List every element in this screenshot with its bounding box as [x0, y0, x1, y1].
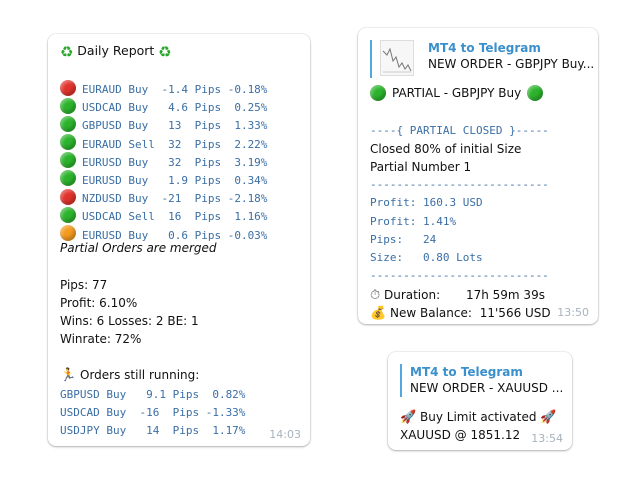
balance-label: New Balance: [390, 306, 472, 321]
green-circle-icon [527, 84, 544, 101]
message-time: 14:03 [269, 428, 301, 441]
limit-headline-text: Buy Limit activated [420, 410, 537, 424]
green-circle-icon [60, 206, 76, 223]
trade-text: EURAUD Sell 32 Pips 2.22% [82, 137, 268, 151]
daily-report-title: Daily Report [77, 43, 155, 58]
size-value: Size: 0.80 Lots [370, 251, 483, 265]
partial-closed-message: MT4 to Telegram NEW ORDER - GBPJPY Buy..… [358, 28, 598, 324]
green-circle-icon [60, 115, 76, 132]
running-title: Orders still running: [80, 368, 200, 382]
duration-value: 17h 59m 39s [465, 288, 545, 303]
running-order-row: USDCAD Buy -16 Pips -1.33% [60, 406, 246, 420]
trade-text: USDCAD Buy 4.6 Pips 0.25% [82, 101, 268, 115]
partial-details: ----{ PARTIAL CLOSED }----- Closed 80% o… [370, 122, 551, 322]
trade-text: USDCAD Sell 16 Pips 1.16% [82, 210, 268, 224]
profit-usd: Profit: 160.3 USD [370, 196, 483, 210]
trade-row: GBPUSD Buy 13 Pips 1.33% [60, 114, 267, 132]
reply-body: NEW ORDER - GBPJPY Buy... [428, 57, 595, 71]
green-circle-icon [60, 134, 76, 151]
red-circle-icon [60, 188, 76, 205]
balance-value: 11'566 USD [479, 306, 551, 321]
reply-title: MT4 to Telegram [428, 41, 541, 55]
trade-row: EURAUD Sell 32 Pips 2.22% [60, 133, 267, 151]
summary-pips: Pips: 77 [60, 278, 108, 292]
running-list: GBPUSD Buy 9.1 Pips 0.82% USDCAD Buy -16 … [60, 386, 245, 441]
limit-detail: XAUUSD @ 1851.12 [400, 428, 521, 442]
summary: Pips: 77 Profit: 6.10% Wins: 6 Losses: 2… [60, 276, 199, 348]
summary-profit: Profit: 6.10% [60, 296, 138, 310]
message-time: 13:54 [531, 432, 563, 445]
separator-bottom: --------------------------- [370, 269, 549, 283]
limit-headline: 🚀 Buy Limit activated 🚀 [400, 408, 557, 426]
trade-text: EURUSD Buy 32 Pips 3.19% [82, 155, 268, 169]
chart-thumbnail [380, 40, 414, 76]
runner-icon: 🏃 [60, 367, 77, 383]
rocket-icon: 🚀 [540, 409, 557, 425]
partial-number: Partial Number 1 [370, 160, 472, 175]
green-circle-icon [60, 152, 76, 169]
balance-row: 💰 New Balance: 11'566 USD [370, 304, 551, 322]
trade-text: NZDUSD Buy -21 Pips -2.18% [82, 192, 268, 206]
trade-row: USDCAD Buy 4.6 Pips 0.25% [60, 96, 267, 114]
merged-note: Partial Orders are merged [60, 241, 217, 255]
pips-value: Pips: 24 [370, 232, 437, 246]
summary-winrate: Winrate: 72% [60, 332, 142, 346]
buy-limit-message: MT4 to Telegram NEW ORDER - XAUUSD ... 🚀… [388, 352, 572, 450]
partial-headline-text: PARTIAL - GBPJPY Buy [392, 86, 522, 100]
red-circle-icon [60, 79, 76, 96]
running-order-row: GBPUSD Buy 9.1 Pips 0.82% [60, 388, 246, 401]
green-circle-icon [370, 84, 386, 101]
daily-report-header: ♻ Daily Report ♻ [60, 42, 172, 60]
green-circle-icon [60, 97, 76, 114]
trade-text: GBPUSD Buy 13 Pips 1.33% [82, 119, 268, 133]
duration-row: ⏱ Duration: 17h 59m 39s [370, 286, 551, 304]
reply-preview[interactable]: MT4 to Telegram NEW ORDER - GBPJPY Buy..… [370, 40, 594, 78]
trade-list: EURAUD Buy -1.4 Pips -0.18% USDCAD Buy 4.… [60, 78, 267, 242]
recycle-icon: ♻ [158, 42, 172, 61]
stopwatch-icon: ⏱ [370, 287, 381, 303]
trade-text: EURUSD Buy 1.9 Pips 0.34% [82, 173, 268, 187]
profit-percent: Profit: 1.41% [370, 214, 457, 228]
closed-header: ----{ PARTIAL CLOSED }----- [370, 124, 549, 137]
rocket-icon: 🚀 [400, 409, 417, 425]
trade-row: EURUSD Buy 32 Pips 3.19% [60, 151, 267, 169]
running-order-row: USDJPY Buy 14 Pips 1.17% [60, 424, 246, 438]
message-time: 13:50 [557, 306, 589, 319]
trade-row: USDCAD Sell 16 Pips 1.16% [60, 205, 267, 223]
money-bag-icon: 💰 [370, 305, 387, 321]
running-header: 🏃 Orders still running: [60, 366, 199, 384]
green-circle-icon [60, 170, 76, 187]
reply-title: MT4 to Telegram [410, 365, 523, 379]
daily-report-message: ♻ Daily Report ♻ EURAUD Buy -1.4 Pips -0… [48, 34, 310, 446]
reply-body: NEW ORDER - XAUUSD ... [410, 381, 564, 395]
separator-top: --------------------------- [370, 178, 549, 192]
trade-text: EURAUD Buy -1.4 Pips -0.18% [82, 83, 268, 96]
trade-row: NZDUSD Buy -21 Pips -2.18% [60, 187, 267, 205]
trade-row: EURUSD Buy 1.9 Pips 0.34% [60, 169, 267, 187]
recycle-icon: ♻ [60, 42, 74, 61]
summary-wins: Wins: 6 Losses: 2 BE: 1 [60, 314, 199, 328]
closed-line: Closed 80% of initial Size [370, 142, 522, 157]
partial-headline: PARTIAL - GBPJPY Buy [370, 84, 544, 102]
trade-row: EURAUD Buy -1.4 Pips -0.18% [60, 78, 267, 96]
reply-preview[interactable]: MT4 to Telegram NEW ORDER - XAUUSD ... [400, 364, 563, 397]
duration-label: Duration: [383, 288, 441, 303]
